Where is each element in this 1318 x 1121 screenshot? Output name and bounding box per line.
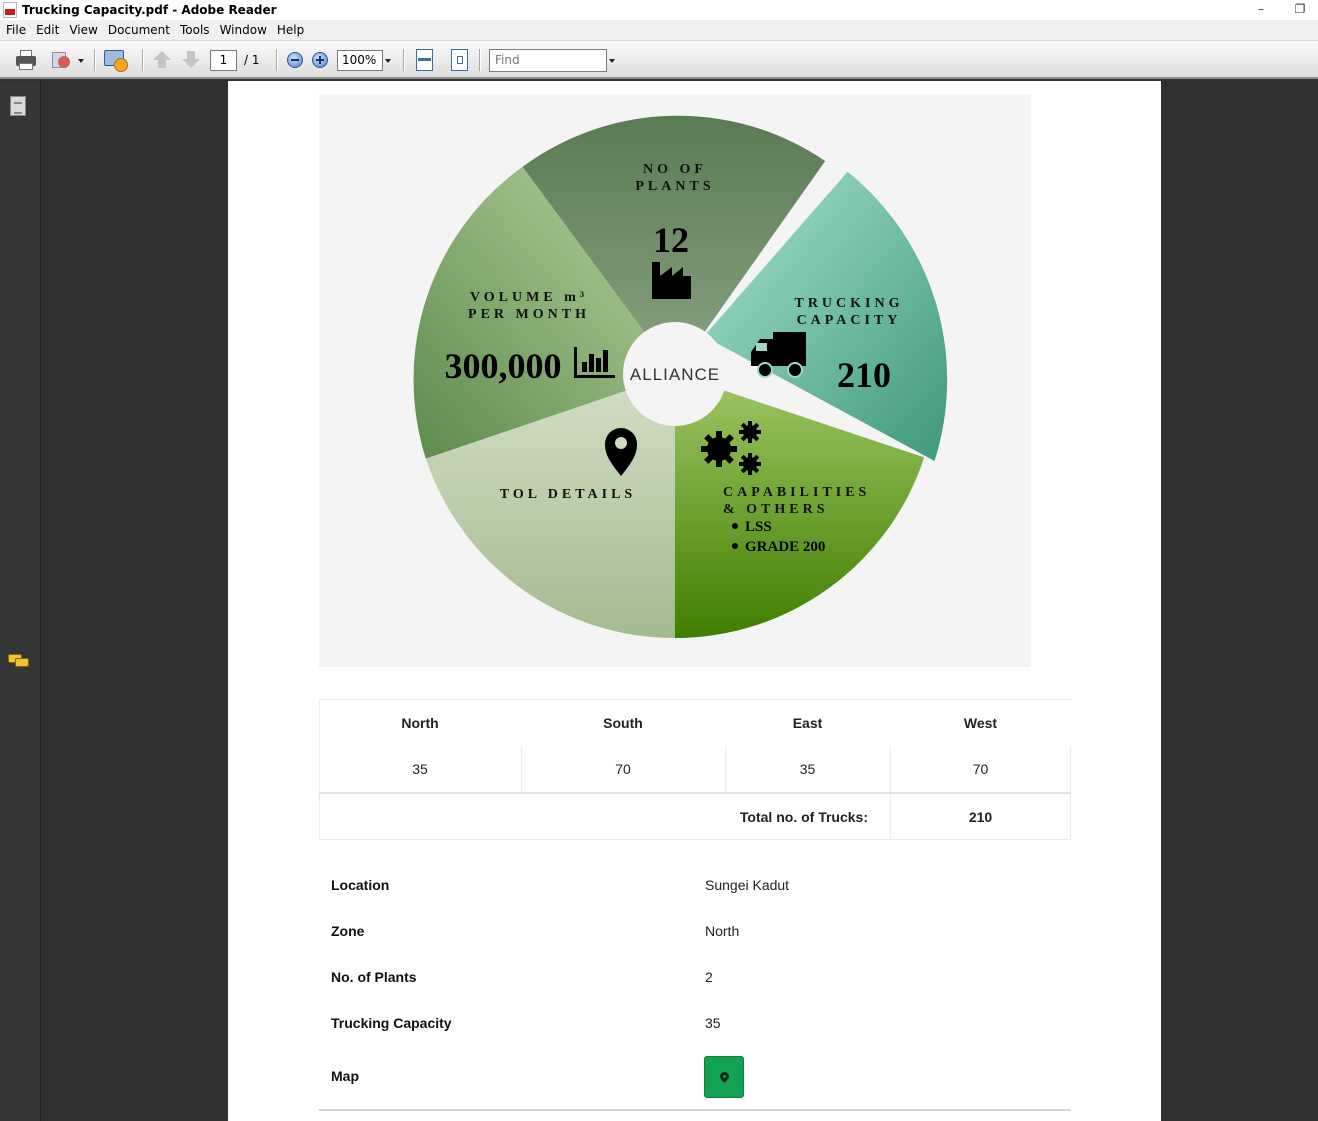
- plants-title-line2: PLANTS: [635, 179, 714, 194]
- menu-help[interactable]: Help: [273, 23, 310, 37]
- location-label: Location: [331, 877, 390, 893]
- location-value: Sungei Kadut: [705, 877, 790, 893]
- toolbar-separator: [142, 49, 144, 71]
- chevron-down-icon: [385, 59, 391, 63]
- zoom-level-input[interactable]: 100%: [337, 50, 383, 71]
- menu-document[interactable]: Document: [104, 23, 176, 37]
- volume-title-line2: PER MONTH: [468, 307, 590, 322]
- map-button[interactable]: [704, 1056, 744, 1098]
- zone-label: Zone: [331, 923, 365, 939]
- toolbar-separator: [403, 49, 405, 71]
- comments-icon[interactable]: [8, 654, 30, 668]
- header-south: South: [603, 715, 643, 731]
- menu-view[interactable]: View: [65, 23, 103, 37]
- title-bar: Trucking Capacity.pdf - Adobe Reader – ❐: [0, 0, 1318, 20]
- menu-edit[interactable]: Edit: [32, 23, 65, 37]
- page-number-input[interactable]: 1: [210, 50, 237, 71]
- fit-width-icon[interactable]: [416, 48, 434, 72]
- zoom-out-icon[interactable]: [287, 52, 303, 68]
- minimize-button[interactable]: –: [1249, 1, 1273, 17]
- volume-title-line1: VOLUME m³: [470, 290, 588, 305]
- value-east: 35: [799, 761, 816, 777]
- menu-file[interactable]: File: [2, 23, 32, 37]
- infographic-wheel: ALLIANCE NO OF PLANTS 12 TRUCKING CAPACI…: [413, 115, 948, 639]
- header-east: East: [792, 715, 823, 731]
- trucking-title-line1: TRUCKING: [794, 296, 903, 311]
- capabilities-item-2: GRADE 200: [745, 539, 825, 555]
- document-page: ALLIANCE NO OF PLANTS 12 TRUCKING CAPACI…: [228, 81, 1161, 1121]
- menu-bar: File Edit View Document Tools Window Hel…: [0, 20, 1318, 40]
- trucking-capacity-label: Trucking Capacity: [331, 1015, 452, 1031]
- print-icon[interactable]: [14, 48, 38, 72]
- trucking-value: 210: [837, 355, 891, 395]
- header-north: North: [401, 715, 439, 731]
- divider: [319, 1109, 1071, 1111]
- trucking-title-line2: CAPACITY: [797, 313, 902, 328]
- total-trucks-value: 210: [968, 809, 993, 825]
- find-input[interactable]: Find: [489, 49, 607, 72]
- tol-title: TOL DETAILS: [500, 487, 636, 502]
- capabilities-title-line2: & OTHERS: [723, 502, 829, 517]
- plant-details: Location Sungei Kadut Zone North No. of …: [319, 863, 1071, 1111]
- trucks-table: North South East West 35 70 35 70 Total …: [319, 699, 1071, 840]
- plants-value: 12: [653, 220, 689, 260]
- toolbar-separator: [276, 49, 278, 71]
- chevron-down-icon: [609, 59, 615, 63]
- header-west: West: [963, 715, 998, 731]
- pages-icon[interactable]: [10, 96, 26, 116]
- bullet-icon: [732, 523, 738, 529]
- value-west: 70: [972, 761, 989, 777]
- map-pin-icon: [718, 1070, 731, 1083]
- volume-value: 300,000: [445, 346, 562, 386]
- toolbar: 1 / 1 100% Find: [0, 40, 1318, 79]
- center-label: ALLIANCE: [630, 365, 720, 384]
- next-page-icon[interactable]: [181, 48, 201, 72]
- toolbar-separator: [94, 49, 96, 71]
- collaborate-icon[interactable]: [104, 48, 130, 72]
- fit-page-icon[interactable]: [451, 48, 469, 72]
- total-trucks-label: Total no. of Trucks:: [739, 809, 868, 825]
- menu-window[interactable]: Window: [216, 23, 273, 37]
- chevron-down-icon[interactable]: [78, 59, 84, 63]
- bullet-icon: [732, 543, 738, 549]
- previous-page-icon[interactable]: [152, 48, 172, 72]
- share-icon[interactable]: [52, 48, 74, 72]
- zoom-in-icon[interactable]: [312, 52, 328, 68]
- column-divider: [725, 746, 726, 792]
- value-south: 70: [615, 761, 631, 777]
- menu-tools[interactable]: Tools: [176, 23, 216, 37]
- restore-button[interactable]: ❐: [1288, 1, 1312, 17]
- zone-value: North: [705, 923, 740, 939]
- page-total: / 1: [244, 53, 260, 67]
- infographic: ALLIANCE NO OF PLANTS 12 TRUCKING CAPACI…: [319, 94, 1031, 667]
- plants-title-line1: NO OF: [643, 162, 707, 177]
- value-north: 35: [412, 761, 428, 777]
- window-title: Trucking Capacity.pdf - Adobe Reader: [22, 3, 277, 17]
- trucking-capacity-value: 35: [705, 1015, 721, 1031]
- map-label: Map: [331, 1068, 359, 1084]
- zoom-dropdown[interactable]: [383, 50, 393, 71]
- column-divider: [521, 746, 522, 792]
- plants-label: No. of Plants: [331, 969, 417, 985]
- plants-value: 2: [705, 969, 713, 985]
- capabilities-item-1: LSS: [745, 519, 772, 535]
- navigation-pane: [0, 81, 41, 1121]
- capabilities-title-line1: CAPABILITIES: [723, 485, 870, 500]
- find-dropdown[interactable]: [606, 49, 616, 72]
- pdf-icon: [3, 2, 17, 18]
- toolbar-separator: [479, 49, 481, 71]
